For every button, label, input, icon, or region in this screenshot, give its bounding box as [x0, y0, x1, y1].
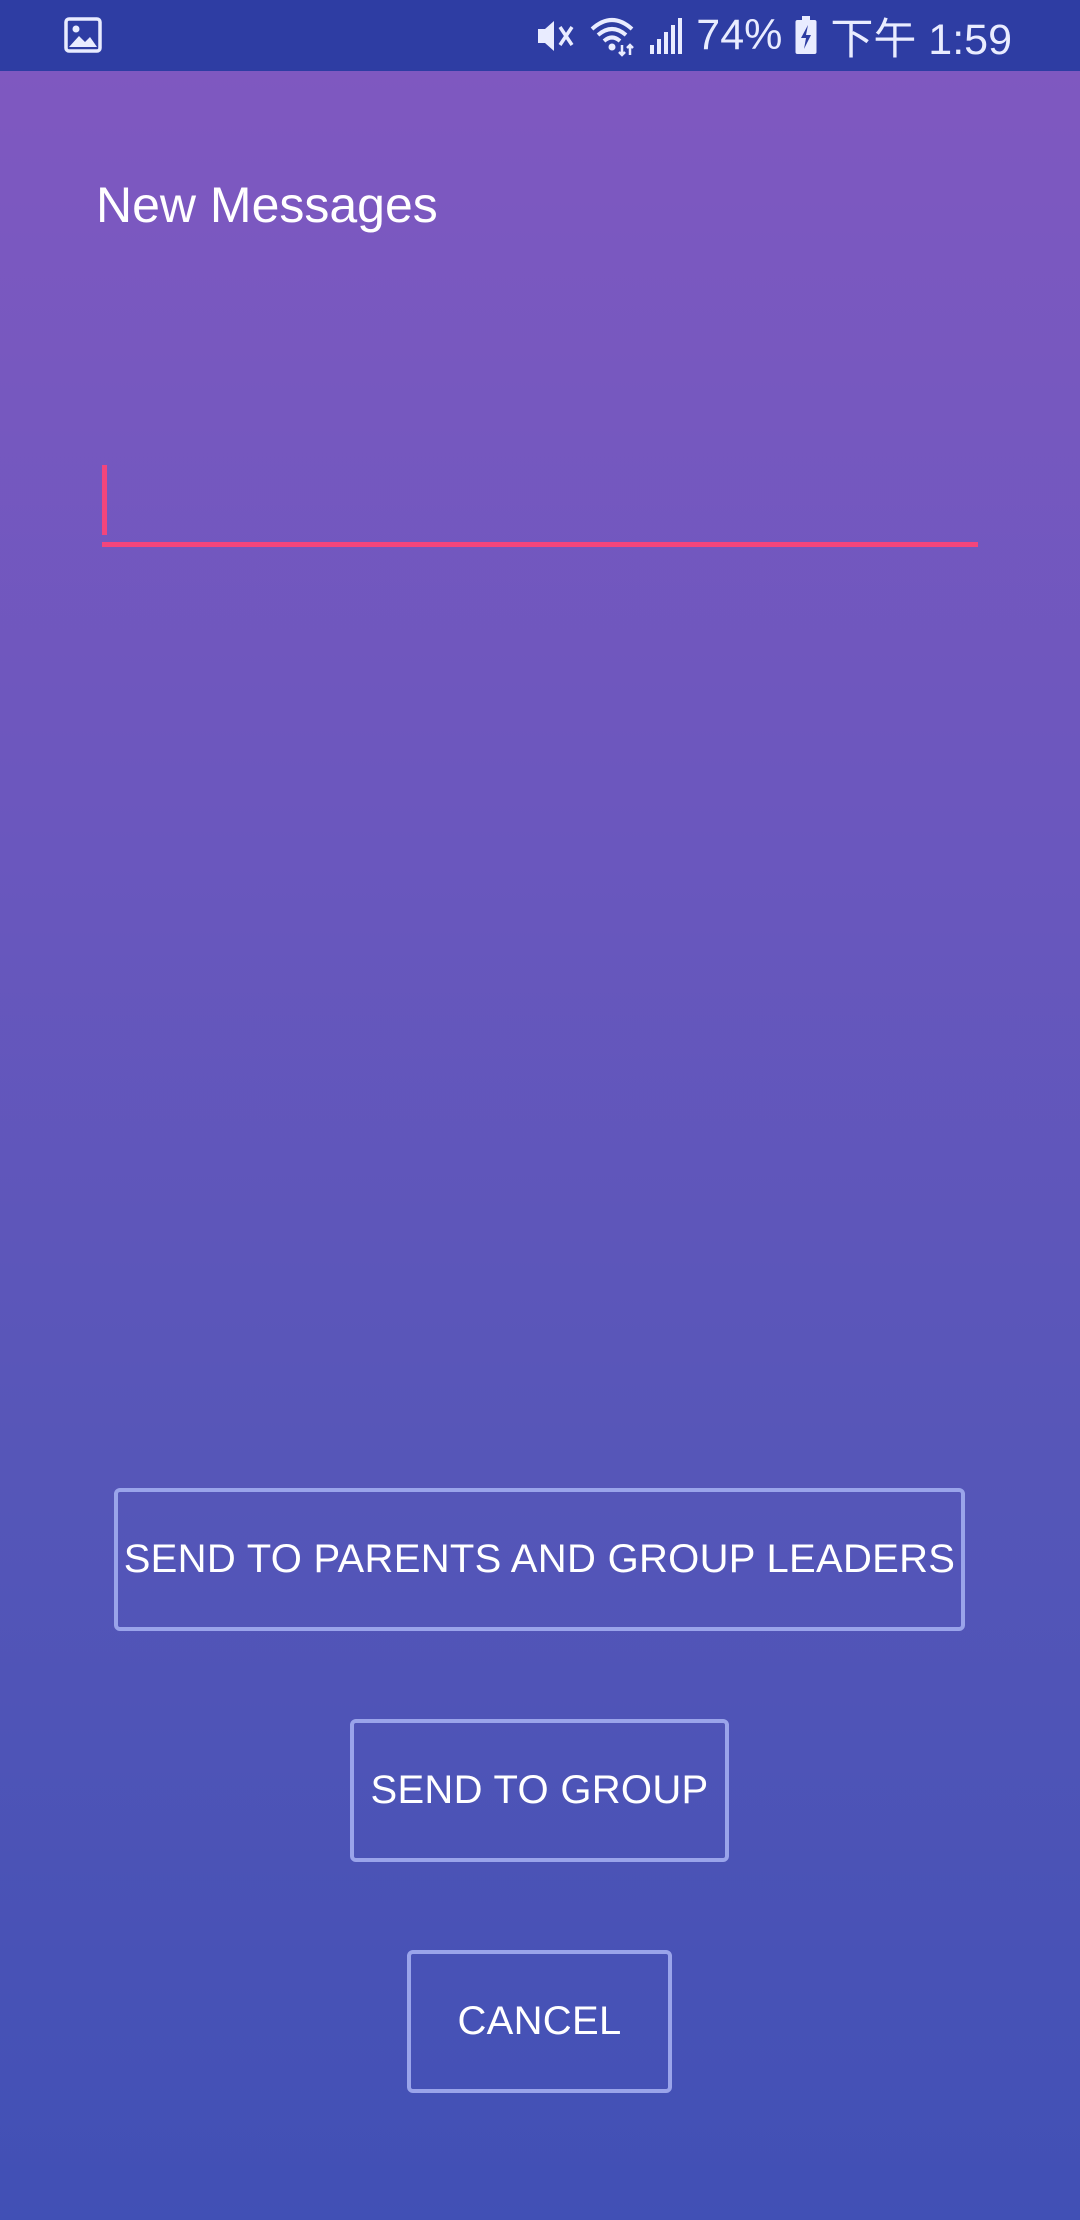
send-to-group-button[interactable]: SEND TO GROUP — [350, 1719, 729, 1862]
new-message-screen: New Messages SEND TO PARENTS AND GROUP L… — [0, 71, 1080, 2220]
gallery-icon — [64, 17, 102, 53]
mute-icon — [534, 15, 576, 57]
status-indicators: 74% 下午 1:59 — [534, 0, 1012, 71]
clock: 下午 1:59 — [830, 15, 1012, 64]
send-to-parents-and-group-leaders-button[interactable]: SEND TO PARENTS AND GROUP LEADERS — [114, 1488, 965, 1631]
page-title: New Messages — [96, 177, 438, 233]
cancel-button[interactable]: CANCEL — [407, 1950, 672, 2093]
wifi-icon — [588, 15, 636, 57]
battery-charging-icon — [794, 15, 818, 56]
battery-percent: 74% — [696, 11, 783, 59]
text-cursor — [102, 465, 107, 535]
input-underline — [102, 542, 978, 547]
status-bar: 74% 下午 1:59 — [0, 0, 1080, 71]
signal-icon — [648, 17, 684, 55]
message-input[interactable] — [102, 461, 978, 543]
message-field[interactable] — [102, 461, 978, 547]
